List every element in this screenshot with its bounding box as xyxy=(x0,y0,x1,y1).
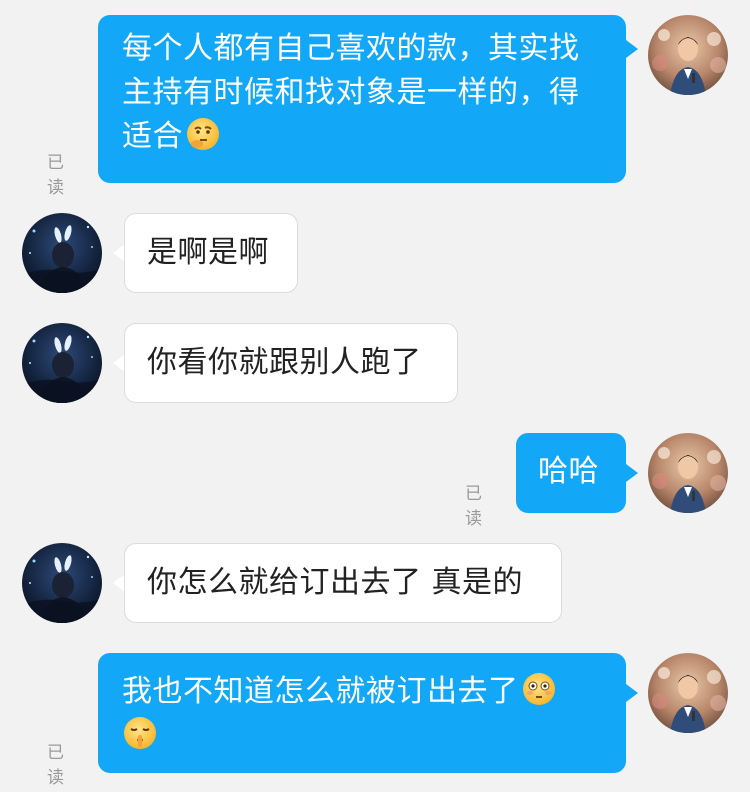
bubble-tail xyxy=(626,464,638,482)
avatar-bunny-ears-icon[interactable] xyxy=(22,543,102,623)
message-bubble[interactable]: 每个人都有自己喜欢的款，其实找主持有时候和找对象是一样的，得适合 xyxy=(98,15,626,183)
message-text: 哈哈 xyxy=(538,454,599,489)
avatar-host-icon[interactable] xyxy=(648,653,728,733)
shushing-face-icon xyxy=(122,715,158,751)
read-status: 已读 xyxy=(47,743,65,788)
bubble-tail xyxy=(626,684,638,702)
message-bubble[interactable]: 是啊是啊 xyxy=(124,213,298,293)
avatar-bunny-ears-icon[interactable] xyxy=(22,323,102,403)
message-text: 你看你就跟别人跑了 xyxy=(147,345,422,380)
avatar-host-icon[interactable] xyxy=(648,433,728,513)
message-text: 我也不知道怎么就被订出去了 xyxy=(122,674,519,709)
message-bubble[interactable]: 我也不知道怎么就被订出去了 xyxy=(98,653,626,773)
message-text: 你怎么就给订出去了 真是的 xyxy=(147,565,524,600)
message-text: 是啊是啊 xyxy=(147,235,269,270)
thinking-face-icon xyxy=(185,116,221,152)
flushed-face-icon xyxy=(521,671,557,707)
read-status: 已读 xyxy=(47,153,65,198)
message-bubble[interactable]: 你看你就跟别人跑了 xyxy=(124,323,458,403)
read-status: 已读 xyxy=(465,484,483,529)
message-bubble[interactable]: 你怎么就给订出去了 真是的 xyxy=(124,543,562,623)
avatar-host-icon[interactable] xyxy=(648,15,728,95)
avatar-bunny-ears-icon[interactable] xyxy=(22,213,102,293)
message-bubble[interactable]: 哈哈 xyxy=(516,433,626,513)
bubble-tail xyxy=(626,40,638,58)
